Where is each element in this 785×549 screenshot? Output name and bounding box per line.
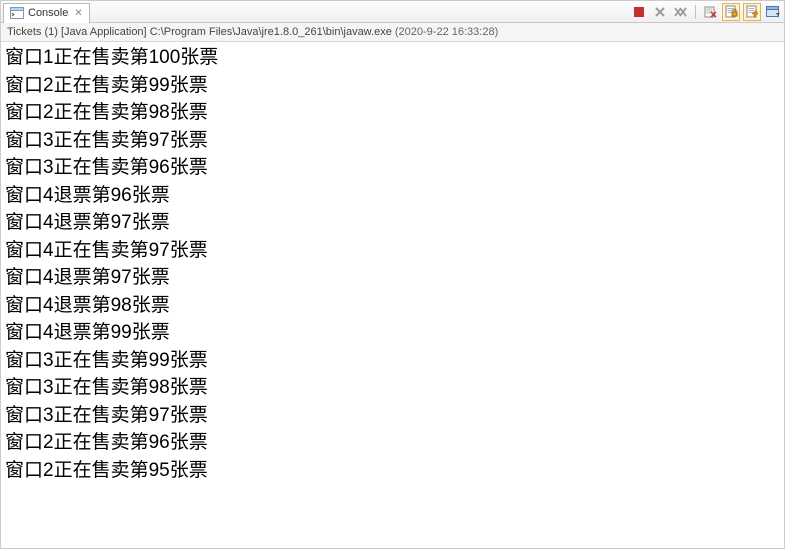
tab-close-icon[interactable]: ✕: [74, 8, 82, 19]
output-line: 窗口4退票第97张票: [5, 264, 780, 292]
output-line: 窗口2正在售卖第99张票: [5, 72, 780, 100]
output-line: 窗口1正在售卖第100张票: [5, 44, 780, 72]
launch-exe-path: C:\Program Files\Java\jre1.8.0_261\bin\j…: [150, 26, 392, 38]
open-console-button[interactable]: [764, 3, 782, 21]
output-line: 窗口2正在售卖第95张票: [5, 457, 780, 485]
scroll-lock-icon: [725, 5, 738, 18]
output-line: 窗口4退票第96张票: [5, 182, 780, 210]
output-line: 窗口3正在售卖第96张票: [5, 154, 780, 182]
console-output[interactable]: 窗口1正在售卖第100张票窗口2正在售卖第99张票窗口2正在售卖第98张票窗口3…: [1, 42, 784, 486]
output-line: 窗口3正在售卖第97张票: [5, 402, 780, 430]
clear-console-button[interactable]: [701, 3, 719, 21]
output-line: 窗口4退票第97张票: [5, 209, 780, 237]
launch-timestamp: (2020-9-22 16:33:28): [395, 26, 498, 38]
show-when-output-button[interactable]: [743, 3, 761, 21]
launch-name: Tickets (1): [7, 26, 58, 38]
console-toolbar: [630, 3, 782, 21]
output-line: 窗口4正在售卖第97张票: [5, 237, 780, 265]
run-info-bar: Tickets (1) [Java Application] C:\Progra…: [1, 23, 784, 42]
stop-icon: [633, 6, 645, 18]
launch-type: [Java Application]: [61, 26, 147, 38]
remove-launch-icon: [654, 6, 666, 18]
tab-title: Console: [28, 7, 68, 19]
clear-console-icon: [704, 5, 717, 18]
console-tab[interactable]: Console ✕: [3, 3, 90, 23]
output-line: 窗口3正在售卖第97张票: [5, 127, 780, 155]
output-line: 窗口3正在售卖第99张票: [5, 347, 780, 375]
remove-launch-button[interactable]: [651, 3, 669, 21]
tab-bar: Console ✕: [1, 1, 784, 23]
output-line: 窗口4退票第99张票: [5, 319, 780, 347]
remove-all-icon: [674, 6, 688, 18]
output-line: 窗口4退票第98张票: [5, 292, 780, 320]
open-console-icon: [766, 5, 781, 18]
output-line: 窗口3正在售卖第98张票: [5, 374, 780, 402]
console-icon: [10, 7, 24, 19]
terminate-button[interactable]: [630, 3, 648, 21]
show-output-icon: [746, 5, 759, 18]
output-line: 窗口2正在售卖第96张票: [5, 429, 780, 457]
scroll-lock-button[interactable]: [722, 3, 740, 21]
output-line: 窗口2正在售卖第98张票: [5, 99, 780, 127]
remove-all-button[interactable]: [672, 3, 690, 21]
toolbar-separator: [695, 5, 696, 19]
